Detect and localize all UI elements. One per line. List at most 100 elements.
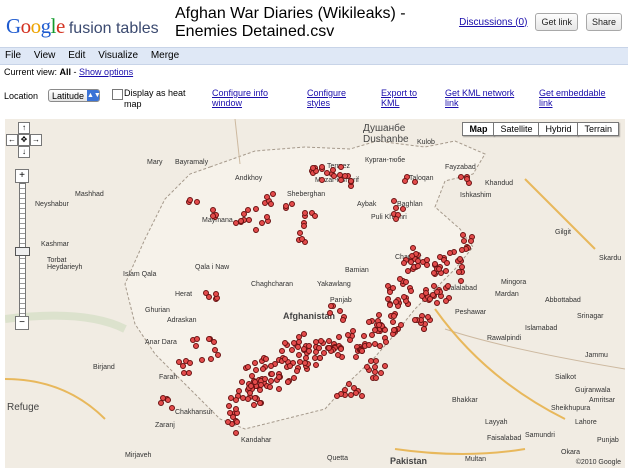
export-kml-link[interactable]: Export to KML xyxy=(381,88,426,108)
detention-marker[interactable] xyxy=(368,332,375,339)
detention-marker[interactable] xyxy=(233,418,240,425)
detention-marker[interactable] xyxy=(300,222,307,229)
detention-marker[interactable] xyxy=(352,354,359,361)
detention-marker[interactable] xyxy=(371,368,378,375)
map-type-terrain[interactable]: Terrain xyxy=(577,122,619,136)
pan-down-icon[interactable]: ↓ xyxy=(18,146,30,158)
detention-marker[interactable] xyxy=(289,200,296,207)
detention-marker[interactable] xyxy=(442,267,449,274)
detention-marker[interactable] xyxy=(205,293,212,300)
detention-marker[interactable] xyxy=(400,259,407,266)
detention-marker[interactable] xyxy=(468,237,475,244)
detention-marker[interactable] xyxy=(409,245,416,252)
configure-styles-link[interactable]: Configure styles xyxy=(307,88,357,108)
detention-marker[interactable] xyxy=(267,362,274,369)
detention-marker[interactable] xyxy=(186,196,193,203)
detention-marker[interactable] xyxy=(259,365,266,372)
detention-marker[interactable] xyxy=(286,362,293,369)
detention-marker[interactable] xyxy=(457,255,464,262)
detention-marker[interactable] xyxy=(276,373,283,380)
detention-marker[interactable] xyxy=(269,191,276,198)
detention-marker[interactable] xyxy=(268,370,275,377)
detention-marker[interactable] xyxy=(298,235,305,242)
detention-marker[interactable] xyxy=(387,301,394,308)
menu-view[interactable]: View xyxy=(29,48,61,61)
detention-marker[interactable] xyxy=(275,386,282,392)
menu-edit[interactable]: Edit xyxy=(63,48,90,61)
detention-marker[interactable] xyxy=(326,344,333,351)
get-kml-network-link[interactable]: Get KML network link xyxy=(445,88,525,108)
detention-marker[interactable] xyxy=(296,351,303,358)
zoom-out-icon[interactable]: − xyxy=(15,316,29,330)
detention-marker[interactable] xyxy=(252,394,258,401)
detention-marker[interactable] xyxy=(402,278,409,285)
detention-marker[interactable] xyxy=(427,295,434,302)
detention-marker[interactable] xyxy=(194,335,201,342)
detention-marker[interactable] xyxy=(375,312,382,319)
detention-marker[interactable] xyxy=(311,212,318,219)
heatmap-checkbox[interactable] xyxy=(112,89,123,100)
detention-marker[interactable] xyxy=(212,290,219,297)
configure-info-window-link[interactable]: Configure info window xyxy=(212,88,282,108)
map-type-hybrid[interactable]: Hybrid xyxy=(538,122,579,136)
detention-marker[interactable] xyxy=(377,369,384,376)
detention-marker[interactable] xyxy=(295,339,302,346)
google-fusion-tables-logo[interactable]: Google fusion tables xyxy=(6,14,159,39)
detention-marker[interactable] xyxy=(267,383,274,390)
detention-marker[interactable] xyxy=(392,215,399,222)
detention-marker[interactable] xyxy=(247,382,254,389)
detention-marker[interactable] xyxy=(382,338,389,345)
detention-marker[interactable] xyxy=(337,346,344,353)
detention-marker[interactable] xyxy=(381,362,388,369)
detention-marker[interactable] xyxy=(317,338,324,345)
map-type-map[interactable]: Map xyxy=(462,122,495,136)
detention-marker[interactable] xyxy=(318,176,325,183)
share-button[interactable]: Share xyxy=(585,13,622,31)
detention-marker[interactable] xyxy=(423,262,430,269)
detention-marker[interactable] xyxy=(244,207,251,214)
map-type-satellite[interactable]: Satellite xyxy=(493,122,540,136)
detention-marker[interactable] xyxy=(390,198,397,205)
zoom-in-icon[interactable]: + xyxy=(15,169,29,183)
detention-marker[interactable] xyxy=(250,401,257,408)
detention-marker[interactable] xyxy=(323,170,330,176)
detention-marker[interactable] xyxy=(360,332,367,339)
location-select[interactable]: Latitude ▲▼ xyxy=(48,89,101,102)
zoom-slider-handle[interactable] xyxy=(15,247,30,256)
detention-marker[interactable] xyxy=(333,392,340,399)
menu-visualize[interactable]: Visualize xyxy=(93,48,143,61)
get-embeddable-link[interactable]: Get embeddable link xyxy=(539,88,619,108)
detention-marker[interactable] xyxy=(208,355,215,362)
pan-right-icon[interactable]: → xyxy=(30,134,42,146)
detention-marker[interactable] xyxy=(281,356,288,363)
detention-marker[interactable] xyxy=(262,375,269,382)
detention-marker[interactable] xyxy=(404,267,411,274)
detention-marker[interactable] xyxy=(267,200,274,207)
detention-marker[interactable] xyxy=(376,342,383,349)
detention-marker[interactable] xyxy=(390,326,397,333)
detention-marker[interactable] xyxy=(443,260,450,267)
detention-marker[interactable] xyxy=(236,387,243,394)
pan-center-icon[interactable]: ✥ xyxy=(18,134,30,146)
detention-marker[interactable] xyxy=(279,347,286,354)
show-options-link[interactable]: Show options xyxy=(79,67,133,77)
detention-marker[interactable] xyxy=(192,342,199,349)
detention-marker[interactable] xyxy=(392,299,399,306)
detention-marker[interactable] xyxy=(315,344,322,351)
discussions-link[interactable]: Discussions (0) xyxy=(459,17,527,28)
detention-marker[interactable] xyxy=(384,295,391,302)
detention-marker[interactable] xyxy=(390,284,397,291)
detention-marker[interactable] xyxy=(460,231,467,238)
detention-marker[interactable] xyxy=(301,209,308,216)
detention-marker[interactable] xyxy=(335,351,342,358)
menu-file[interactable]: File xyxy=(0,48,26,61)
get-link-button[interactable]: Get link xyxy=(535,13,578,31)
map-view[interactable]: Map Satellite Hybrid Terrain ↑ ← ✥ → ↓ +… xyxy=(5,119,625,468)
detention-marker[interactable] xyxy=(420,325,427,332)
detention-marker[interactable] xyxy=(301,345,308,352)
detention-marker[interactable] xyxy=(233,396,240,403)
detention-marker[interactable] xyxy=(363,363,370,370)
detention-marker[interactable] xyxy=(397,275,404,282)
detention-marker[interactable] xyxy=(407,288,414,295)
detention-marker[interactable] xyxy=(338,176,345,183)
